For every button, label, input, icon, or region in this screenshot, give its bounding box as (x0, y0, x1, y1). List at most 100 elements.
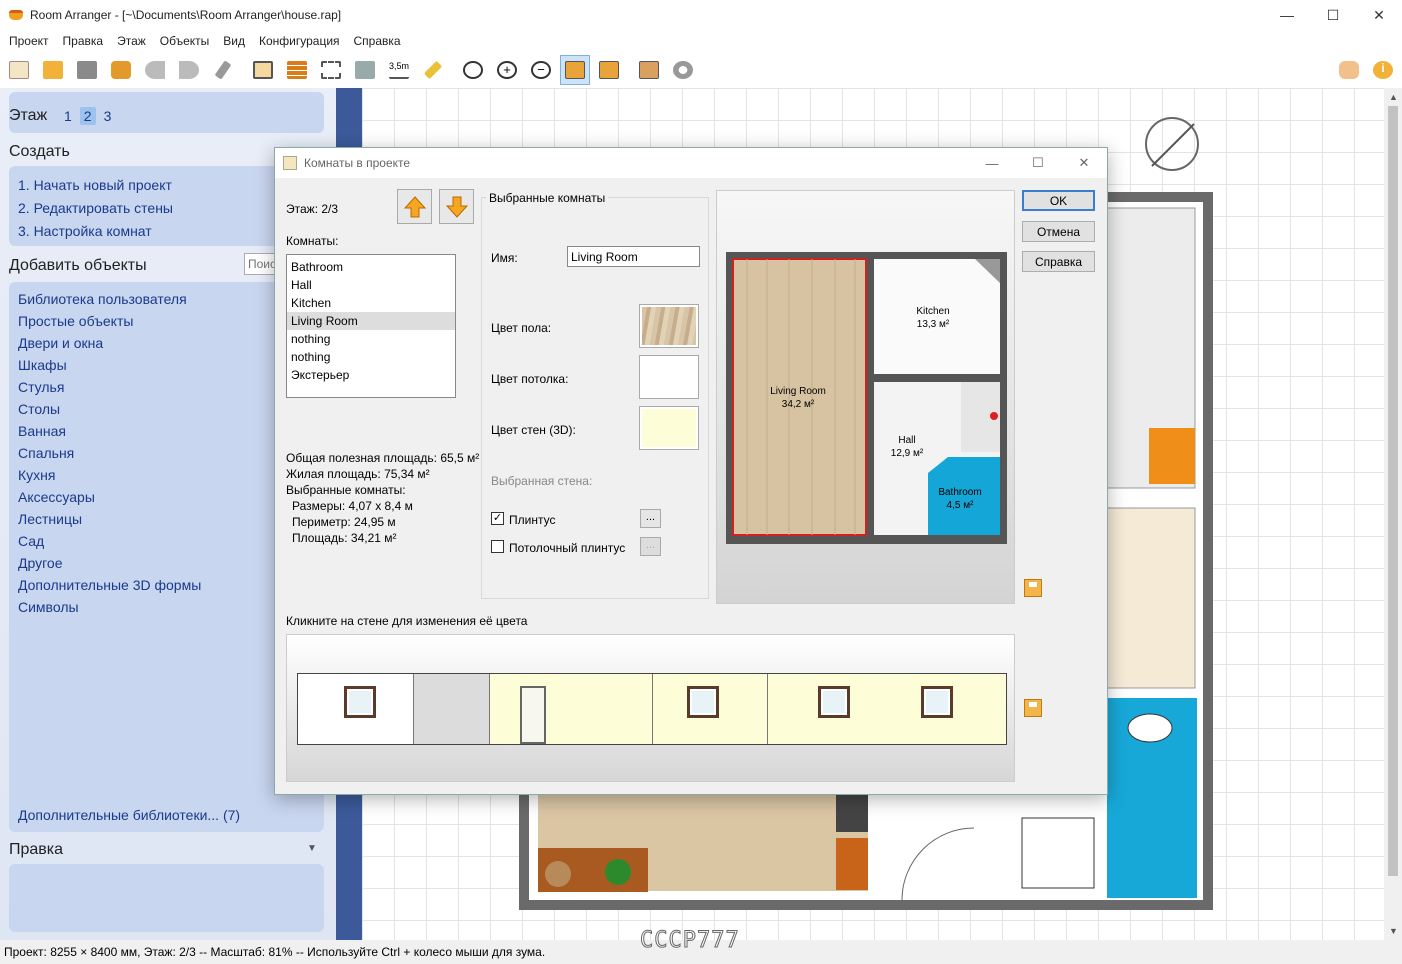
edit-walls-button[interactable] (248, 55, 278, 85)
category-simple-objects[interactable]: Простые объекты (18, 313, 133, 329)
list-item[interactable]: nothing (287, 348, 455, 366)
zoom-in-button[interactable]: + (492, 55, 522, 85)
save-wall-icon[interactable] (1024, 699, 1042, 717)
selected-rooms-stats-label: Выбранные комнаты: (286, 483, 406, 497)
edit-walls-link[interactable]: 2. Редактировать стены (18, 200, 173, 216)
rooms-button[interactable] (350, 55, 380, 85)
save-button[interactable] (72, 55, 102, 85)
preview-living-room[interactable] (732, 258, 867, 536)
wall-segment[interactable] (489, 674, 653, 744)
dialog-maximize-button[interactable]: ☐ (1015, 148, 1061, 178)
minimize-button[interactable]: — (1264, 0, 1310, 30)
redo-button[interactable] (174, 55, 204, 85)
bricks-icon (287, 61, 307, 79)
maximize-button[interactable]: ☐ (1310, 0, 1356, 30)
hand-tool-button[interactable] (1334, 55, 1364, 85)
list-item[interactable]: Экстерьер (287, 366, 455, 384)
new-project-button[interactable] (4, 55, 34, 85)
menu-configuration[interactable]: Конфигурация (252, 34, 347, 48)
category-other[interactable]: Другое (18, 555, 62, 571)
wall-color-swatch[interactable] (639, 406, 699, 450)
collapse-arrow-icon[interactable]: ▼ (307, 843, 317, 854)
cancel-button[interactable]: Отмена (1022, 221, 1095, 242)
wall-segment[interactable] (298, 674, 414, 744)
scroll-thumb[interactable] (1388, 106, 1398, 876)
floor-tab-2[interactable]: 2 (79, 107, 96, 125)
category-3d-shapes[interactable]: Дополнительные 3D формы (18, 577, 201, 593)
baseboard-settings-button[interactable]: ... (640, 509, 661, 528)
category-user-library[interactable]: Библиотека пользователя (18, 291, 187, 307)
print-button[interactable] (106, 55, 136, 85)
category-bathroom[interactable]: Ванная (18, 423, 66, 439)
brush-button[interactable] (208, 55, 238, 85)
bricks-button[interactable] (282, 55, 312, 85)
list-item[interactable]: Hall (287, 276, 455, 294)
move-down-button[interactable] (439, 189, 474, 224)
menu-floor[interactable]: Этаж (110, 34, 153, 48)
category-symbols[interactable]: Символы (18, 599, 79, 615)
wall-segment[interactable] (768, 674, 1006, 744)
ceiling-color-swatch[interactable] (639, 355, 699, 399)
floor-color-swatch[interactable] (639, 304, 699, 348)
close-button[interactable]: ✕ (1356, 0, 1402, 30)
baseboard-label: Плинтус (509, 513, 556, 527)
undo-button[interactable] (140, 55, 170, 85)
room-settings-link[interactable]: 3. Настройка комнат (18, 223, 152, 239)
wall-elevation[interactable] (286, 634, 1015, 782)
menu-help[interactable]: Справка (347, 34, 408, 48)
category-stairs[interactable]: Лестницы (18, 511, 82, 527)
wall-segment[interactable] (652, 674, 769, 744)
category-doors-windows[interactable]: Двери и окна (18, 335, 103, 351)
category-garden[interactable]: Сад (18, 533, 44, 549)
rooms-label: Комнаты: (286, 234, 339, 248)
baseboard-checkbox[interactable]: ✓ (491, 512, 504, 525)
dialog-close-button[interactable]: ✕ (1061, 148, 1107, 178)
menu-edit[interactable]: Правка (56, 34, 111, 48)
category-accessories[interactable]: Аксессуары (18, 489, 95, 505)
select-area-button[interactable] (316, 55, 346, 85)
menu-project[interactable]: Проект (2, 34, 56, 48)
category-chairs[interactable]: Стулья (18, 379, 64, 395)
render-button[interactable] (668, 55, 698, 85)
dialog-minimize-button[interactable]: — (969, 148, 1015, 178)
view-3d-button[interactable] (634, 55, 664, 85)
room-preview[interactable]: Living Room 34,2 м² Kitchen 13,3 м² Hall… (716, 190, 1015, 604)
toolbar: 3,5m + − i (0, 52, 1402, 88)
view-layers-button[interactable] (594, 55, 624, 85)
scroll-down-arrow-icon[interactable]: ▼ (1389, 926, 1398, 936)
scroll-up-arrow-icon[interactable]: ▲ (1389, 92, 1398, 102)
wall-segment[interactable] (413, 674, 490, 744)
measure-button[interactable] (418, 55, 448, 85)
floor-tab-1[interactable]: 1 (60, 107, 76, 125)
list-item[interactable]: Kitchen (287, 294, 455, 312)
dimension-button[interactable]: 3,5m (384, 55, 414, 85)
app-icon (9, 10, 23, 20)
category-cabinets[interactable]: Шкафы (18, 357, 67, 373)
ceiling-baseboard-settings-button[interactable]: ... (640, 537, 661, 556)
view-2d-button[interactable] (560, 55, 590, 85)
menu-view[interactable]: Вид (216, 34, 252, 48)
zoom-out-button[interactable]: − (526, 55, 556, 85)
list-item[interactable]: Bathroom (287, 258, 455, 276)
ceiling-baseboard-checkbox[interactable] (491, 540, 504, 553)
list-item-selected[interactable]: Living Room (287, 312, 455, 330)
rooms-list[interactable]: Bathroom Hall Kitchen Living Room nothin… (286, 254, 456, 398)
vertical-scrollbar[interactable]: ▲ ▼ (1384, 88, 1402, 940)
room-name-input[interactable] (567, 246, 700, 267)
window-icon (344, 686, 376, 718)
list-item[interactable]: nothing (287, 330, 455, 348)
more-libraries-link[interactable]: Дополнительные библиотеки... (7) (18, 807, 240, 823)
info-button[interactable]: i (1368, 55, 1398, 85)
category-tables[interactable]: Столы (18, 401, 60, 417)
save-preview-icon[interactable] (1024, 579, 1042, 597)
start-new-project-link[interactable]: 1. Начать новый проект (18, 177, 172, 193)
category-bedroom[interactable]: Спальня (18, 445, 74, 461)
ok-button[interactable]: OK (1022, 190, 1095, 211)
menu-objects[interactable]: Объекты (153, 34, 217, 48)
category-kitchen[interactable]: Кухня (18, 467, 55, 483)
floor-tab-3[interactable]: 3 (100, 107, 116, 125)
help-button[interactable]: Справка (1022, 251, 1095, 272)
move-up-button[interactable] (397, 189, 432, 224)
open-button[interactable] (38, 55, 68, 85)
zoom-fit-button[interactable] (458, 55, 488, 85)
